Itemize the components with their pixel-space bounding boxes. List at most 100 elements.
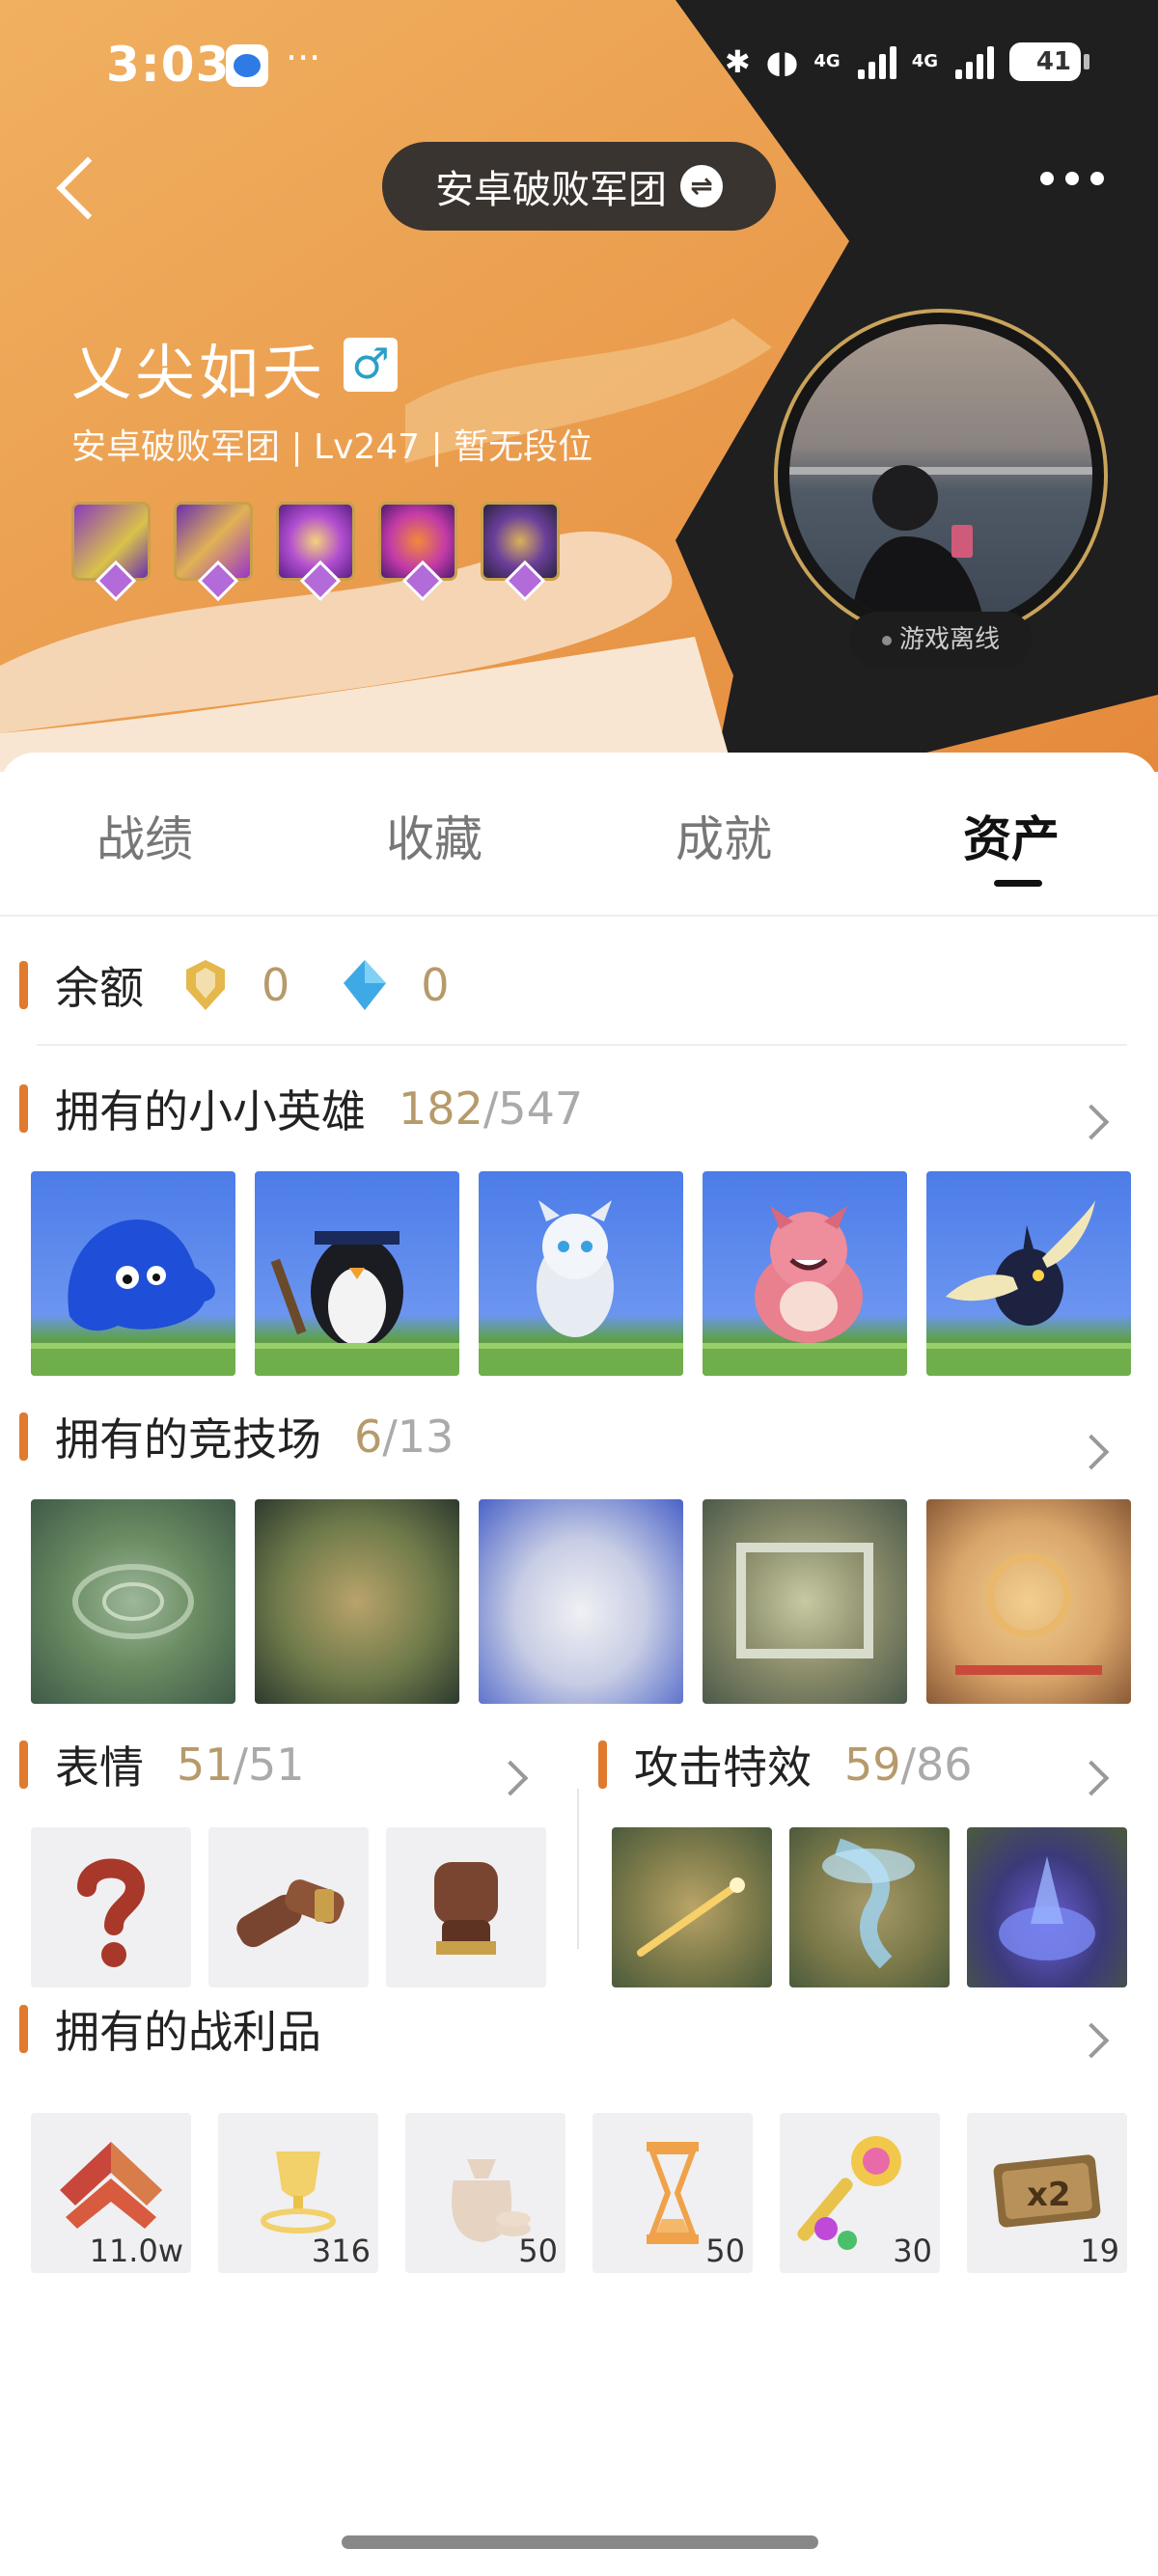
emotes-owned: 51 [177,1739,234,1791]
badge-row [71,502,560,581]
profile-header: 3:03 ··· ✱ ◖◗ 4G 4G 41 安卓破败军团 ⇌ 乂尖如夭 ♂ 安… [0,0,1158,772]
badge-5[interactable] [481,502,560,581]
more-notifications-icon: ··· [286,37,321,79]
loot-count: 30 [893,2233,932,2269]
loot-item[interactable]: 50 [593,2113,753,2273]
balance-row: 余额 0 0 [19,953,450,1017]
flexing-arm-icon [236,1879,345,1948]
attack-effects-title: 攻击特效 [634,1741,812,1794]
emotes-title: 表情 [55,1741,144,1794]
chevron-right-icon[interactable] [492,1760,529,1796]
arena-tile[interactable] [479,1499,683,1704]
male-gender-icon: ♂ [344,338,398,392]
badge-1[interactable] [71,502,151,581]
emotes-total: /51 [233,1739,305,1791]
arenas-header[interactable]: 拥有的竞技场 6/13 [19,1405,454,1468]
loot-item[interactable]: 316 [218,2113,378,2273]
chevron-right-icon[interactable] [1073,1434,1110,1470]
signal-icon [857,44,896,79]
loot-item[interactable]: 30 [780,2113,940,2273]
earbuds-icon: ◖◗ [765,43,799,80]
effect-tile[interactable] [967,1827,1127,1987]
more-options-button[interactable] [1040,172,1104,185]
badge-4[interactable] [378,502,457,581]
section-divider [577,1789,579,1949]
attack-effects-header[interactable]: 攻击特效 59/86 [598,1733,973,1796]
chevron-right-icon[interactable] [1073,2022,1110,2059]
emote-tile[interactable] [31,1827,191,1987]
little-legends-header[interactable]: 拥有的小小英雄 182/547 [19,1077,583,1140]
battery-icon: 41 [1009,42,1089,81]
tab-achievements[interactable]: 成就 [627,801,820,870]
loot-count: 50 [518,2233,558,2269]
loot-count: 19 [1080,2233,1119,2269]
loot-grid: 11.0w 316 50 50 30 x2 19 [31,2113,1127,2273]
signal-icon-2 [955,44,994,79]
network-type-1: 4G [813,51,841,71]
svg-text:x2: x2 [1027,2176,1071,2214]
loot-item[interactable]: 11.0w [31,2113,191,2273]
tab-collection[interactable]: 收藏 [338,801,531,870]
legend-tile[interactable] [703,1171,907,1376]
badge-3[interactable] [276,502,355,581]
legend-tile[interactable] [31,1171,235,1376]
gold-balance: 0 [262,959,290,1011]
avatar[interactable] [789,324,1092,627]
emotes-header[interactable]: 表情 51/51 [19,1733,305,1796]
little-legends-total: /547 [482,1082,584,1135]
effect-tile[interactable] [789,1827,950,1987]
arenas-title: 拥有的竞技场 [55,1413,321,1466]
swap-icon: ⇌ [680,165,723,207]
arenas-grid [31,1499,1131,1704]
status-bar: 3:03 ··· ✱ ◖◗ 4G 4G 41 [0,0,1158,135]
arenas-owned: 6 [354,1411,383,1463]
gem-icon [344,960,387,1010]
home-indicator[interactable] [342,2535,818,2549]
emotes-grid [31,1827,546,1987]
arenas-total: /13 [382,1411,455,1463]
tab-records[interactable]: 战绩 [48,801,241,870]
arena-tile[interactable] [703,1499,907,1704]
arena-tile[interactable] [31,1499,235,1704]
loot-item[interactable]: 50 [405,2113,565,2273]
back-button[interactable] [48,154,106,222]
online-status-badge: 游戏离线 [849,612,1033,668]
bluetooth-icon: ✱ [724,43,751,80]
player-subline: 安卓破败军团 | Lv247 | 暂无段位 [71,427,593,467]
tab-assets[interactable]: 资产 [915,801,1108,887]
group-switch-button[interactable]: 安卓破败军团 ⇌ [382,142,776,231]
chevron-right-icon[interactable] [1073,1760,1110,1796]
balance-label: 余额 [55,962,144,1014]
legend-tile[interactable] [479,1171,683,1376]
fist-icon [434,1862,498,1955]
gold-crown-icon [186,960,225,1010]
little-legends-owned: 182 [399,1082,483,1135]
divider [37,1044,1127,1046]
badge-2[interactable] [174,502,253,581]
question-mark-icon [77,1858,146,1967]
chevron-right-icon[interactable] [1073,1104,1110,1140]
app-notification-icon [226,44,268,87]
effect-tile[interactable] [612,1827,772,1987]
network-type-2: 4G [911,51,938,71]
little-legends-title: 拥有的小小英雄 [55,1085,366,1137]
arena-tile[interactable] [926,1499,1131,1704]
group-name: 安卓破败军团 [435,168,667,212]
little-legends-grid [31,1171,1131,1376]
loot-title: 拥有的战利品 [55,2006,321,2058]
loot-item[interactable]: x2 19 [967,2113,1127,2273]
loot-count: 50 [705,2233,745,2269]
arena-tile[interactable] [255,1499,459,1704]
legend-tile[interactable] [926,1171,1131,1376]
loot-count: 316 [311,2233,371,2269]
player-nickname: 乂尖如夭 [71,338,327,408]
assets-card: 战绩 收藏 成就 资产 余额 0 0 拥有的小小英雄 182/547 拥有的竞技… [0,753,1158,2576]
clock: 3:03 [106,37,231,93]
tab-bar: 战绩 收藏 成就 资产 [0,753,1158,917]
emote-tile[interactable] [386,1827,546,1987]
legend-tile[interactable] [255,1171,459,1376]
loot-count: 11.0w [89,2233,183,2269]
attack-effects-owned: 59 [844,1739,901,1791]
loot-header[interactable]: 拥有的战利品 [19,1997,321,2061]
emote-tile[interactable] [208,1827,369,1987]
